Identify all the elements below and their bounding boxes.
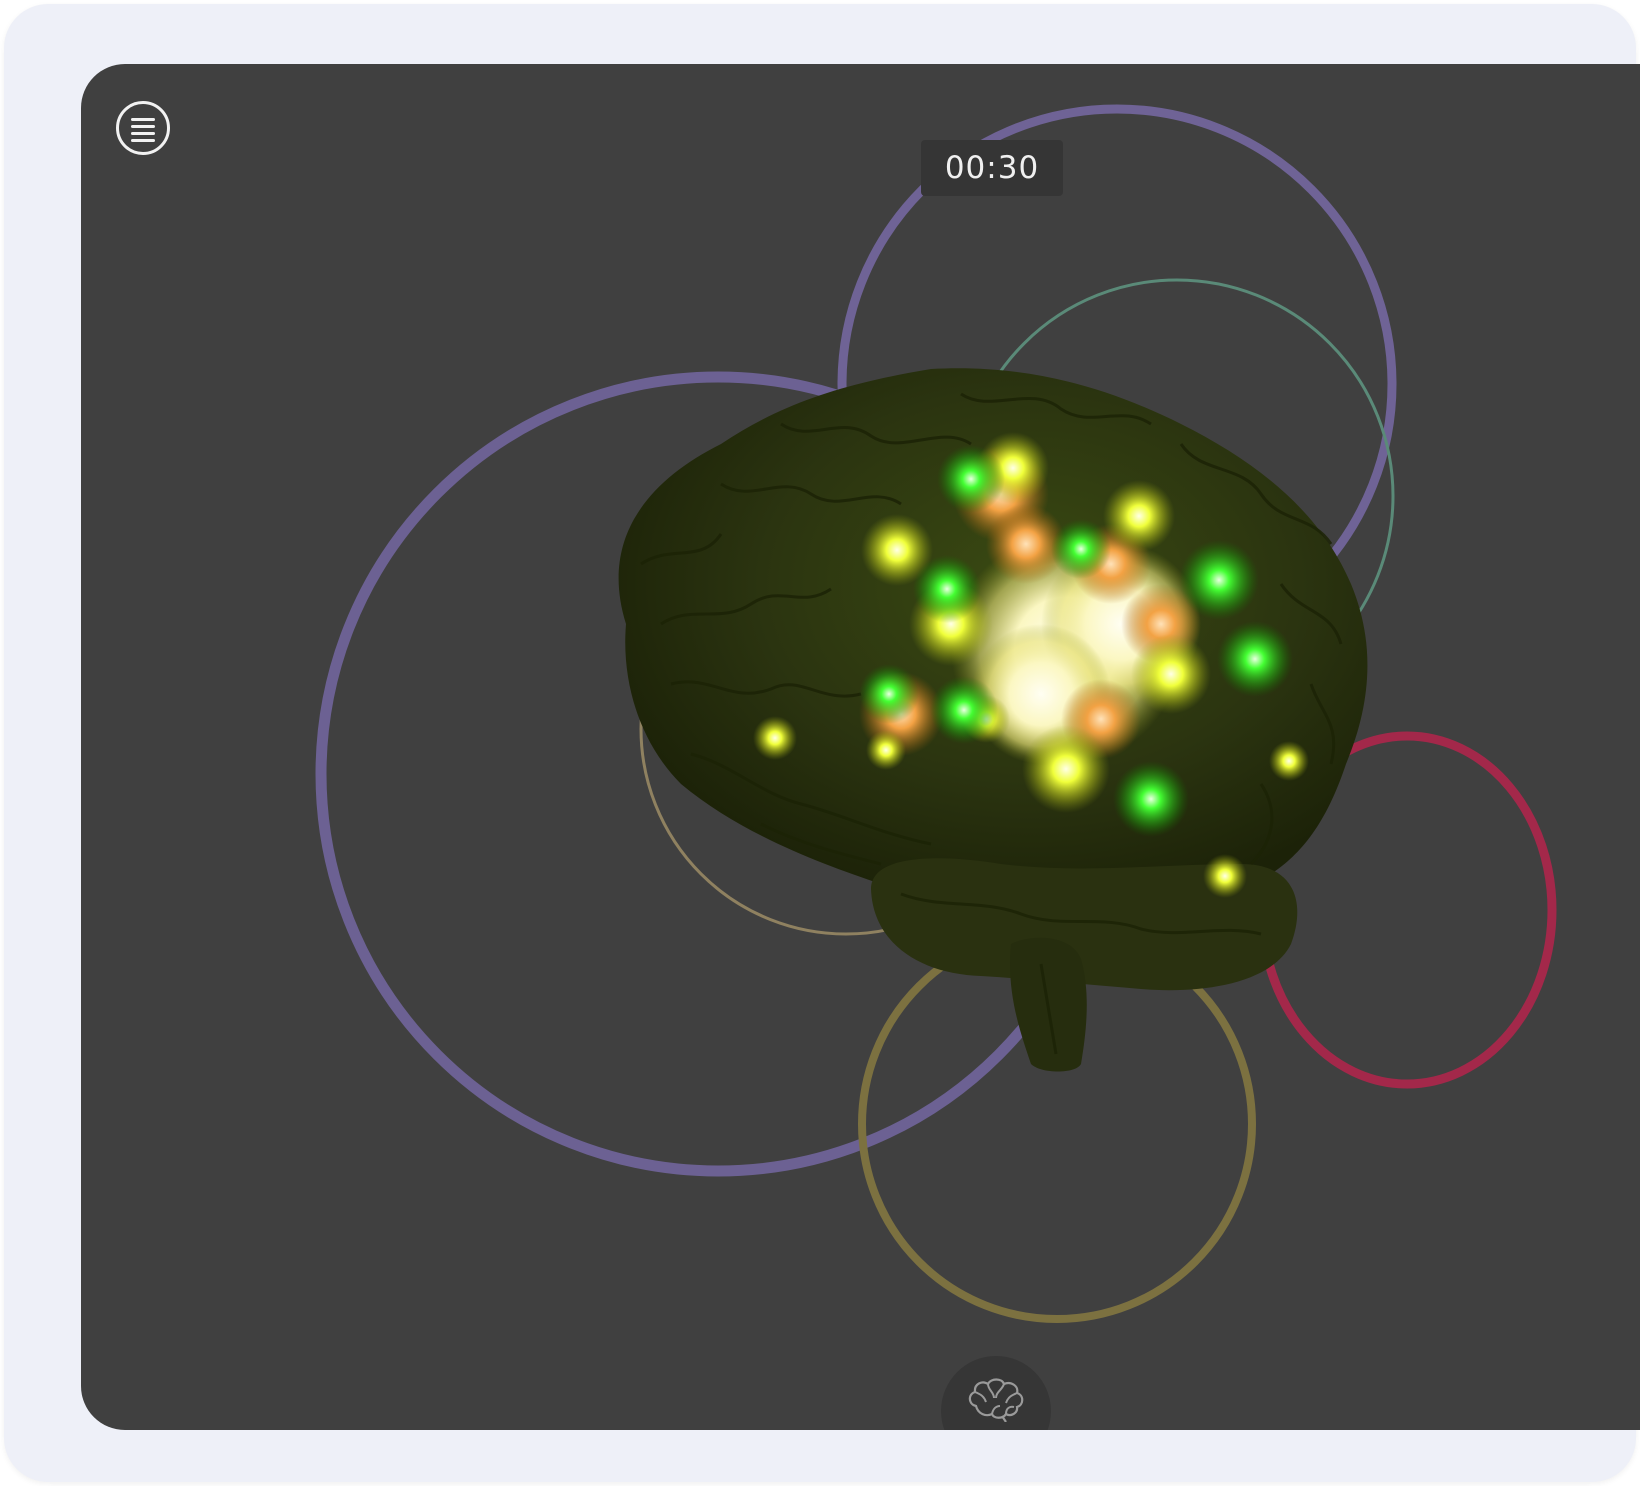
device-frame: 00:30 [4,4,1640,1482]
app-screen: 00:30 [81,64,1640,1430]
menu-button[interactable] [116,101,170,155]
hamburger-menu-icon [131,118,155,121]
session-timer: 00:30 [921,140,1063,196]
brain-scene [315,104,1557,1323]
brain-outline-icon [968,1378,1024,1422]
